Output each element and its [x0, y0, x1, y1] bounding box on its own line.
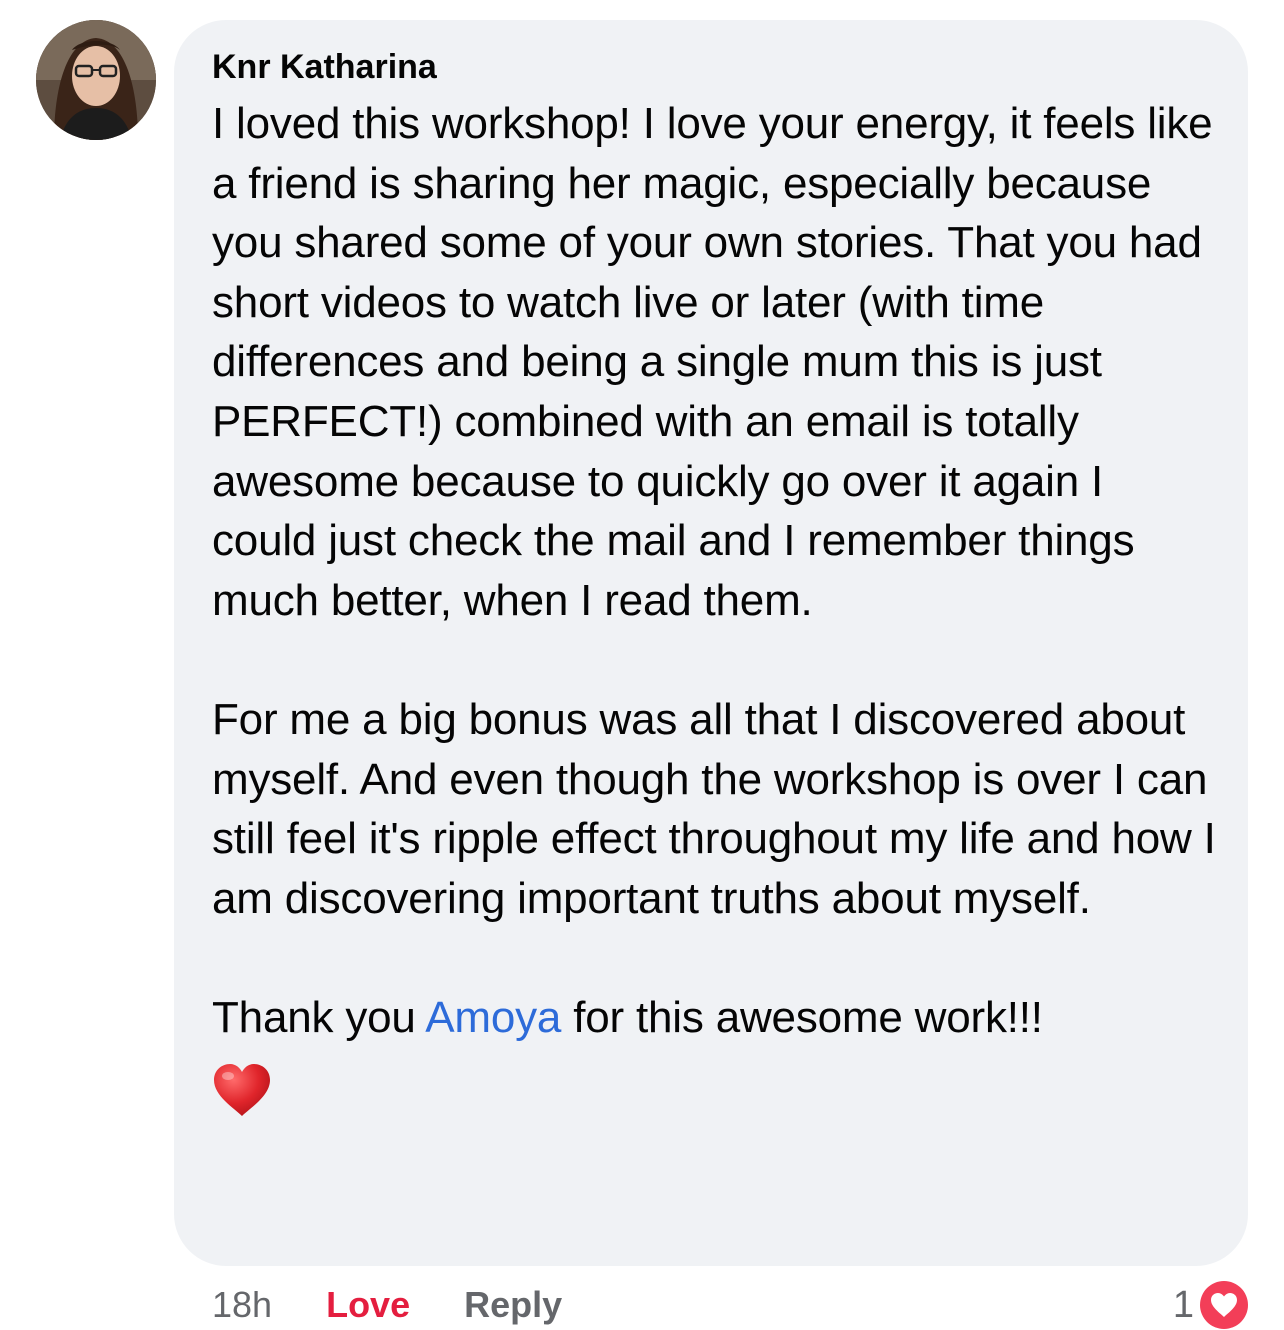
heart-emoji-icon	[212, 1062, 272, 1118]
thanks-text: Thank you	[212, 992, 426, 1042]
avatar-photo-icon	[36, 20, 156, 140]
comment-paragraph: For me a big bonus was all that I discov…	[212, 694, 1216, 923]
love-button[interactable]: Love	[326, 1284, 410, 1326]
reaction-summary[interactable]: 1	[1173, 1280, 1248, 1330]
heart-reaction-icon	[1200, 1281, 1248, 1329]
comment-actions: 18h Love Reply	[212, 1280, 562, 1330]
comment-bubble: Knr Katharina I loved this workshop! I l…	[174, 20, 1248, 1266]
comment-author[interactable]: Knr Katharina	[212, 44, 1218, 90]
reply-button[interactable]: Reply	[464, 1284, 562, 1326]
comment-body: I loved this workshop! I love your energ…	[212, 94, 1218, 1048]
avatar[interactable]	[36, 20, 156, 140]
thanks-text: for this awesome work!!!	[561, 992, 1043, 1042]
mention-link[interactable]: Amoya	[425, 993, 561, 1042]
reaction-count: 1	[1172, 1283, 1194, 1326]
comment-timestamp[interactable]: 18h	[212, 1284, 272, 1326]
comment-thanks: Thank you Amoya for this awesome work!!!	[212, 988, 1218, 1048]
comment-paragraph: I loved this workshop! I love your energ…	[212, 99, 1213, 625]
